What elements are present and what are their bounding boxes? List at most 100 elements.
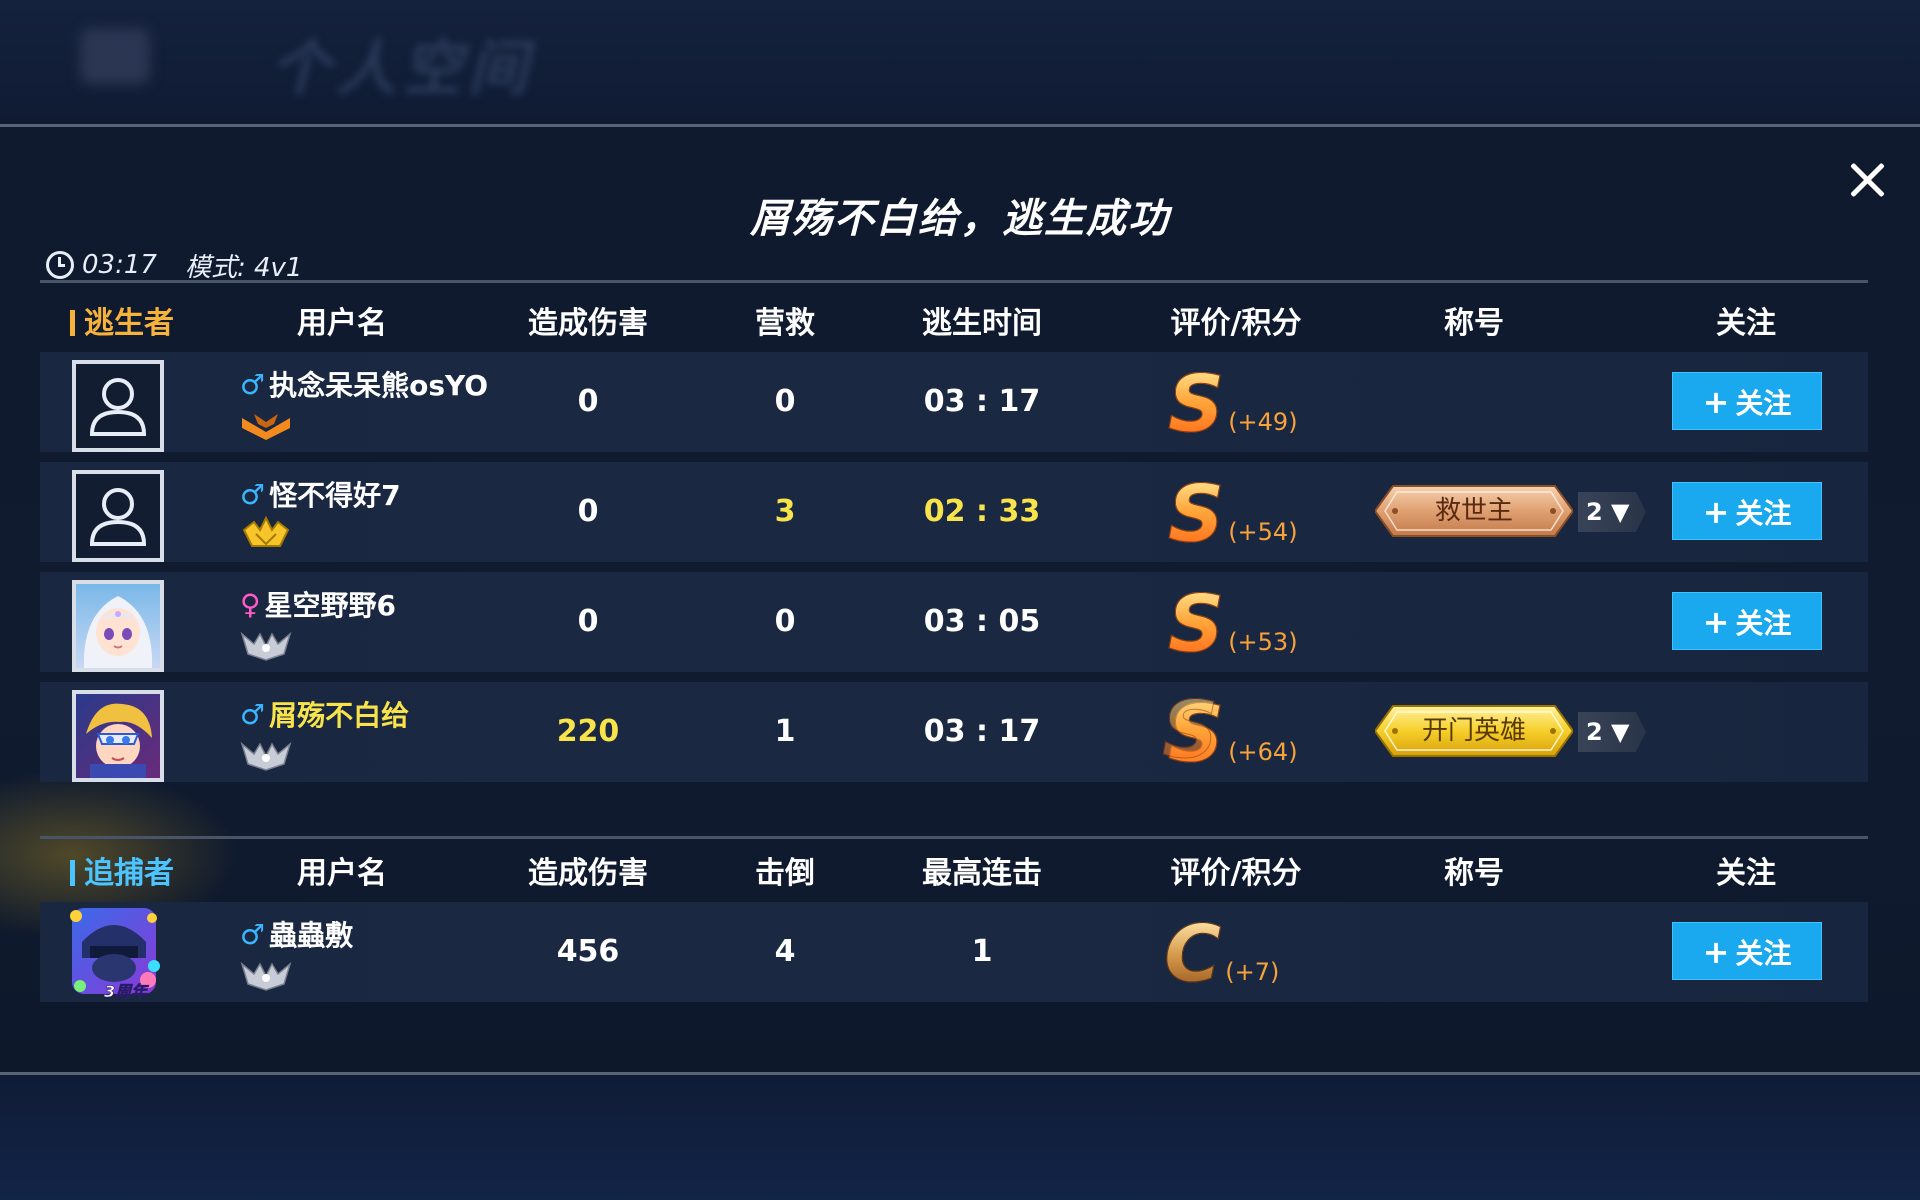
table-row: ♂屑殇不白给 220 1 03 : 17 SS (+64) 开门英雄 2 ▼: [40, 682, 1868, 782]
grade-badge: S (+53): [1167, 580, 1298, 670]
hunter-role-label: 追捕者: [70, 848, 174, 900]
triangle-down-icon: ▼: [1602, 498, 1630, 526]
follow-button[interactable]: + 关注: [1672, 922, 1822, 980]
silver-wing-icon: [240, 741, 292, 771]
follow-button[interactable]: + 关注: [1672, 592, 1822, 650]
silver-wing-icon: [240, 631, 292, 661]
title-count-dropdown[interactable]: 2 ▼: [1578, 712, 1646, 752]
col-follow: 关注: [1716, 306, 1776, 341]
col-username: 用户名: [297, 306, 387, 341]
survivor-table-header: 逃生者 用户名 造成伤害 营救 逃生时间 评价/积分 称号 关注: [40, 298, 1868, 350]
title-badge-label: 救世主: [1434, 496, 1513, 526]
plus-icon: +: [1702, 383, 1730, 421]
grade-letter: S: [1167, 360, 1225, 450]
col-escape-time: 逃生时间: [922, 306, 1042, 341]
escape-time-value: 03 : 05: [923, 604, 1041, 639]
follow-button[interactable]: + 关注: [1672, 372, 1822, 430]
col-username: 用户名: [297, 856, 387, 891]
divider: [40, 280, 1868, 283]
divider: [40, 836, 1868, 839]
anniversary-label: 3周年: [104, 982, 148, 1002]
col-damage: 造成伤害: [528, 306, 648, 341]
hunter-table-header: 追捕者 用户名 造成伤害 击倒 最高连击 评价/积分 称号 关注: [40, 848, 1868, 900]
clock-icon: [46, 251, 74, 279]
rescue-value: 0: [774, 384, 796, 419]
grade-letter: C: [1163, 910, 1222, 1000]
grade-points: (+53): [1228, 628, 1298, 656]
damage-value: 0: [577, 604, 599, 639]
male-icon: ♂: [240, 477, 266, 511]
avatar[interactable]: [72, 360, 164, 452]
table-row: ♂ 怪不得好7 0 3 02 : 33 S (+54) 救世主 2 ▼ + 关注: [40, 462, 1868, 562]
male-icon: ♂: [240, 697, 266, 731]
background-title: 个人空间: [270, 34, 534, 104]
player-name[interactable]: ♂ 怪不得好7: [240, 474, 401, 514]
player-name[interactable]: ♂ 执念呆呆熊osYO: [240, 364, 488, 404]
col-title: 称号: [1444, 306, 1504, 341]
col-follow: 关注: [1716, 856, 1776, 891]
survivor-role-label: 逃生者: [70, 298, 174, 350]
grade-points: (+7): [1225, 958, 1280, 986]
grade-badge: SS (+64): [1161, 692, 1298, 775]
title-badge[interactable]: 救世主: [1375, 484, 1573, 538]
plus-icon: +: [1702, 493, 1730, 531]
gold-crown-icon: [242, 516, 290, 547]
grade-badge: S (+54): [1167, 470, 1298, 560]
rescue-value: 3: [774, 494, 796, 529]
escape-time-value: 03 : 17: [923, 714, 1041, 749]
title-badge[interactable]: 开门英雄: [1375, 704, 1573, 758]
avatar[interactable]: [72, 690, 164, 782]
match-meta: 03:17 模式: 4v1: [46, 248, 303, 283]
bronze-wing-icon: [242, 414, 290, 440]
female-icon: ♀: [240, 587, 261, 621]
silver-wing-icon: [240, 961, 292, 991]
avatar[interactable]: [72, 580, 164, 672]
damage-value: 456: [556, 934, 620, 969]
damage-value: 0: [577, 384, 599, 419]
col-damage: 造成伤害: [528, 856, 648, 891]
title-count-dropdown[interactable]: 2 ▼: [1578, 492, 1646, 532]
player-name[interactable]: ♀ 星空野野6: [240, 584, 396, 624]
escape-time-value: 03 : 17: [923, 384, 1041, 419]
escape-time-value: 02 : 33: [923, 494, 1041, 529]
damage-value: 220: [556, 714, 620, 749]
triangle-down-icon: ▼: [1602, 718, 1630, 746]
avatar[interactable]: [72, 470, 164, 562]
avatar[interactable]: 3周年: [64, 902, 164, 1002]
col-max-combo: 最高连击: [922, 856, 1042, 891]
background-header: 个人空间: [0, 0, 1920, 124]
grade-points: (+64): [1228, 738, 1298, 766]
col-rescues: 营救: [755, 306, 815, 341]
grade-letter: S: [1167, 580, 1225, 670]
grade-points: (+54): [1228, 518, 1298, 546]
col-grade: 评价/积分: [1170, 306, 1302, 341]
male-icon: ♂: [240, 917, 266, 951]
player-name[interactable]: ♂ 蟲蟲敷: [240, 914, 353, 954]
rescue-value: 1: [774, 714, 796, 749]
damage-value: 0: [577, 494, 599, 529]
close-icon[interactable]: [1843, 156, 1891, 204]
grade-letter-shadow: S: [1161, 686, 1219, 776]
male-icon: ♂: [240, 367, 266, 401]
col-grade: 评价/积分: [1170, 856, 1302, 891]
col-title: 称号: [1444, 856, 1504, 891]
follow-button[interactable]: + 关注: [1672, 482, 1822, 540]
title-badge-label: 开门英雄: [1421, 716, 1526, 746]
plus-icon: +: [1702, 933, 1730, 971]
plus-icon: +: [1702, 603, 1730, 641]
back-icon: [80, 28, 150, 84]
table-row: 3周年 ♂ 蟲蟲敷 456 4 1 C (+7) + 关注: [40, 902, 1868, 1002]
grade-letter: S: [1167, 470, 1225, 560]
match-mode: 模式: 4v1: [184, 252, 303, 283]
table-row: ♀ 星空野野6 0 0 03 : 05 S (+53) + 关注: [40, 572, 1868, 672]
grade-badge: C (+7): [1163, 910, 1280, 1000]
match-duration: 03:17: [82, 250, 157, 280]
col-knockdowns: 击倒: [755, 856, 815, 891]
player-name[interactable]: ♂ 屑殇不白给: [240, 694, 409, 734]
table-row: ♂ 执念呆呆熊osYO 0 0 03 : 17 S (+49) + 关注: [40, 352, 1868, 452]
result-title: 屑殇不白给，逃生成功: [750, 196, 1170, 242]
max-combo-value: 1: [971, 934, 993, 969]
rescue-value: 0: [774, 604, 796, 639]
grade-badge: S (+49): [1167, 360, 1297, 450]
knockdown-value: 4: [774, 934, 796, 969]
